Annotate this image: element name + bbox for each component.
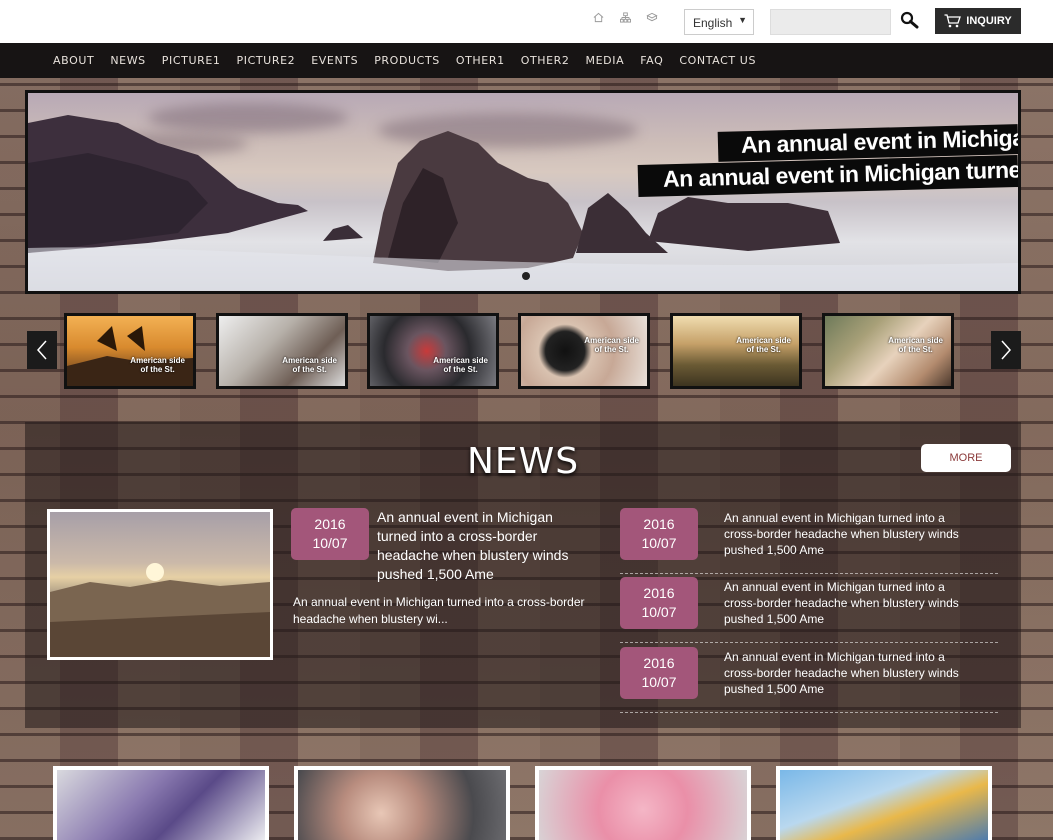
- date-year: 2016: [643, 516, 675, 532]
- carousel-thumb[interactable]: American side of the St.: [64, 313, 196, 389]
- sitemap-icon[interactable]: [619, 12, 631, 24]
- featured-date-badge: 2016 10/07: [291, 508, 369, 560]
- inquiry-label: INQUIRY: [966, 15, 1012, 27]
- language-select-value: English: [693, 16, 733, 30]
- inquiry-button[interactable]: INQUIRY: [935, 8, 1021, 34]
- carousel-thumb[interactable]: American side of the St.: [822, 313, 954, 389]
- product-card[interactable]: [535, 766, 751, 840]
- hero-image: [28, 115, 1018, 291]
- nav-item-picture2[interactable]: PICTURE2: [229, 54, 304, 67]
- bookmark-icon[interactable]: [646, 12, 658, 24]
- nav-item-news[interactable]: NEWS: [102, 54, 153, 67]
- thumb-caption: American side of the St.: [888, 336, 943, 354]
- news-title: NEWS: [466, 441, 580, 482]
- nav-item-other1[interactable]: OTHER1: [448, 54, 513, 67]
- more-button[interactable]: MORE: [921, 444, 1011, 472]
- language-select[interactable]: English ▼: [684, 9, 754, 35]
- featured-news-image[interactable]: [47, 509, 273, 660]
- news-section: NEWS MORE 2016 10/07 An annual event in …: [25, 422, 1021, 728]
- thumb-caption: American side of the St.: [736, 336, 791, 354]
- news-divider: [620, 573, 998, 574]
- nav-item-faq[interactable]: FAQ: [632, 54, 671, 67]
- featured-image-art: [50, 563, 270, 657]
- nav-item-picture1[interactable]: PICTURE1: [154, 54, 229, 67]
- date-year: 2016: [643, 655, 675, 671]
- thumb-caption: American side of the St.: [130, 356, 185, 374]
- carousel-thumb[interactable]: American side of the St.: [670, 313, 802, 389]
- news-date-badge: 2016 10/07: [620, 508, 698, 560]
- carousel-thumb[interactable]: American side of the St.: [367, 313, 499, 389]
- chevron-left-icon: [36, 340, 47, 360]
- nav-item-other2[interactable]: OTHER2: [513, 54, 578, 67]
- carousel-thumb[interactable]: American side of the St.: [216, 313, 348, 389]
- date-day: 10/07: [312, 535, 348, 551]
- top-bar: English ▼ INQUIRY: [0, 0, 1053, 43]
- nav-item-events[interactable]: EVENTS: [303, 54, 366, 67]
- date-year: 2016: [643, 585, 675, 601]
- date-day: 10/07: [641, 604, 677, 620]
- news-date-badge: 2016 10/07: [620, 647, 698, 699]
- chevron-down-icon: ▼: [738, 15, 747, 25]
- slider-dot[interactable]: [522, 272, 530, 280]
- search-button[interactable]: [900, 11, 920, 31]
- news-item-link[interactable]: An annual event in Michigan turned into …: [724, 579, 974, 627]
- news-divider: [620, 712, 998, 713]
- thumb-caption: American side of the St.: [433, 356, 488, 374]
- product-card[interactable]: [53, 766, 269, 840]
- carousel-thumb[interactable]: American side of the St.: [518, 313, 650, 389]
- thumb-image: [67, 326, 193, 386]
- chevron-right-icon: [1001, 340, 1012, 360]
- nav-item-about[interactable]: ABOUT: [45, 54, 102, 67]
- carousel-next-button[interactable]: [991, 331, 1021, 369]
- news-date-badge: 2016 10/07: [620, 577, 698, 629]
- hero-slider[interactable]: An annual event in Michigan An annual ev…: [25, 90, 1021, 294]
- date-day: 10/07: [641, 535, 677, 551]
- nav-item-contact-us[interactable]: CONTACT US: [671, 54, 764, 67]
- thumb-caption: American side of the St.: [282, 356, 337, 374]
- search-icon: [900, 11, 919, 29]
- search-input[interactable]: [770, 9, 891, 35]
- featured-news-title[interactable]: An annual event in Michigan turned into …: [377, 508, 577, 584]
- nav-item-media[interactable]: MEDIA: [578, 54, 633, 67]
- nav-item-products[interactable]: PRODUCTS: [366, 54, 448, 67]
- carousel-prev-button[interactable]: [27, 331, 57, 369]
- news-item-link[interactable]: An annual event in Michigan turned into …: [724, 649, 974, 697]
- featured-news-summary: An annual event in Michigan turned into …: [293, 595, 585, 626]
- date-day: 10/07: [641, 674, 677, 690]
- cart-icon: [944, 14, 962, 28]
- product-card[interactable]: [294, 766, 510, 840]
- news-item-link[interactable]: An annual event in Michigan turned into …: [724, 510, 974, 558]
- thumb-caption: American side of the St.: [584, 336, 639, 354]
- main-nav: ABOUT NEWS PICTURE1 PICTURE2 EVENTS PROD…: [0, 43, 1053, 78]
- news-divider: [620, 642, 998, 643]
- date-year: 2016: [314, 516, 346, 532]
- product-card[interactable]: [776, 766, 992, 840]
- home-icon[interactable]: [592, 12, 604, 24]
